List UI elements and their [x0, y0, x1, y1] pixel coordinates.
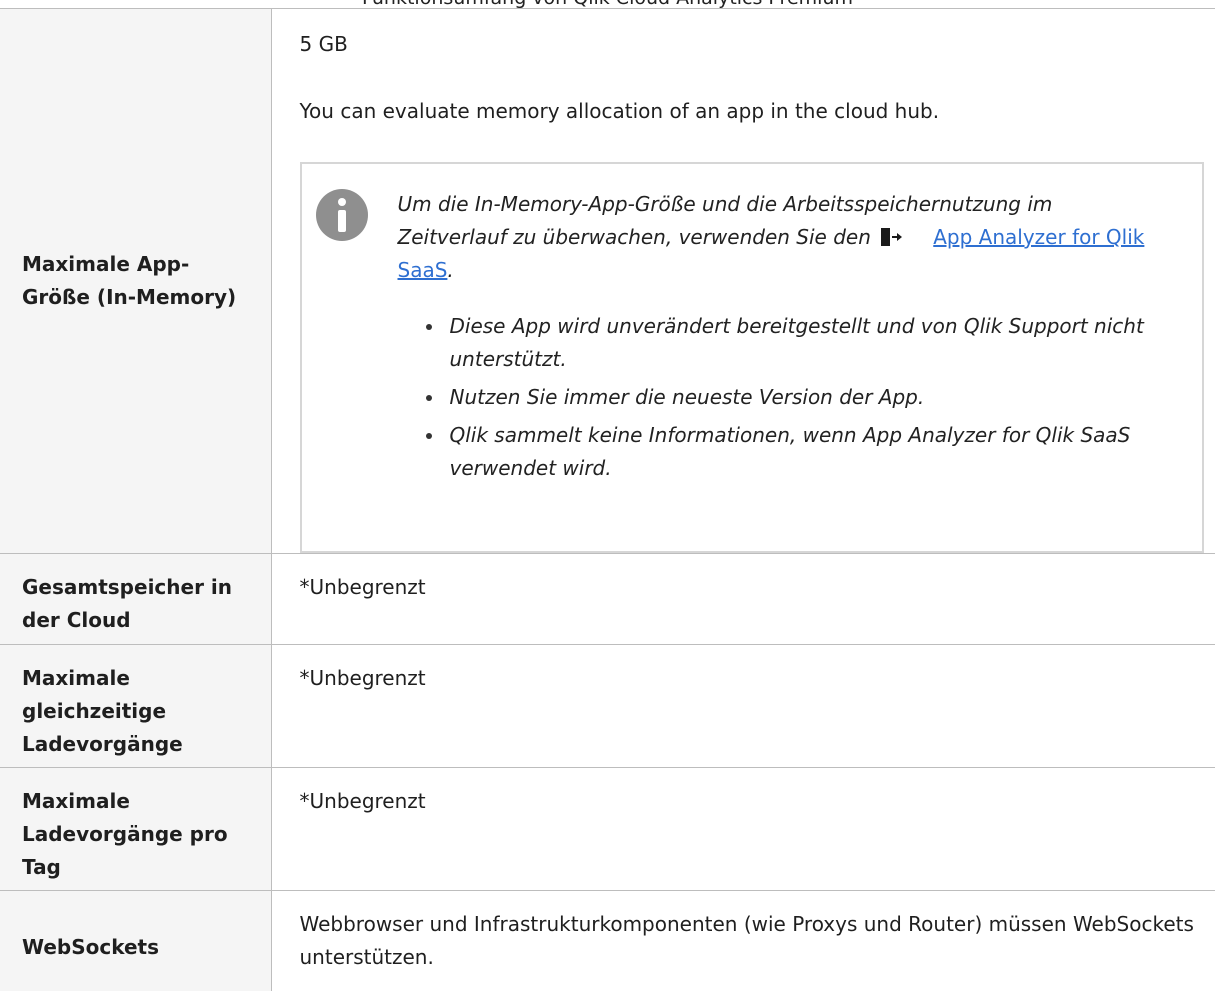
external-link-icon[interactable]	[881, 227, 903, 247]
list-item: Qlik sammelt keine Informationen, wenn A…	[425, 419, 1163, 485]
table-row: Maximale Ladevorgänge pro Tag *Unbegrenz…	[0, 767, 1215, 891]
table-row: WebSockets Webbrowser und Infrastrukturk…	[0, 890, 1215, 991]
row-value: *Unbegrenzt	[270, 553, 1215, 645]
info-note-body: Um die In-Memory-App-Größe und die Arbei…	[398, 188, 1163, 490]
row-label: WebSockets	[0, 890, 272, 991]
info-note-period: .	[447, 258, 454, 282]
table-row: Gesamtspeicher in der Cloud *Unbegrenzt	[0, 553, 1215, 645]
row-label: Maximale Ladevorgänge pro Tag	[0, 767, 272, 891]
app-size-value: 5 GB	[299, 32, 348, 56]
memory-evaluation-text: You can evaluate memory allocation of an…	[299, 99, 940, 123]
row-value: *Unbegrenzt	[270, 767, 1215, 891]
list-item: Nutzen Sie immer die neueste Version der…	[425, 381, 1163, 414]
info-bullet-list: Diese App wird unverändert bereitgestell…	[398, 310, 1163, 485]
capacity-table: Maximale App-Größe (In-Memory) 5 GB You …	[0, 8, 1215, 991]
row-label: Maximale gleichzeitige Ladevorgänge	[0, 644, 272, 768]
row-value: *Unbegrenzt	[270, 644, 1215, 768]
info-icon	[315, 189, 368, 241]
table-row: Maximale gleichzeitige Ladevorgänge *Unb…	[0, 644, 1215, 768]
list-item: Diese App wird unverändert bereitgestell…	[425, 310, 1163, 376]
row-label: Gesamtspeicher in der Cloud	[0, 553, 272, 645]
page-header-fragment: Funktionsumfang von Qlik Cloud Analytics…	[0, 0, 1215, 8]
table-row: Maximale App-Größe (In-Memory) 5 GB You …	[0, 8, 1215, 554]
info-note: Um die In-Memory-App-Größe und die Arbei…	[299, 162, 1204, 553]
row-value: Webbrowser und Infrastrukturkomponenten …	[270, 890, 1215, 991]
row-value-cell: 5 GB You can evaluate memory allocation …	[270, 8, 1215, 554]
row-label: Maximale App-Größe (In-Memory)	[0, 8, 272, 554]
